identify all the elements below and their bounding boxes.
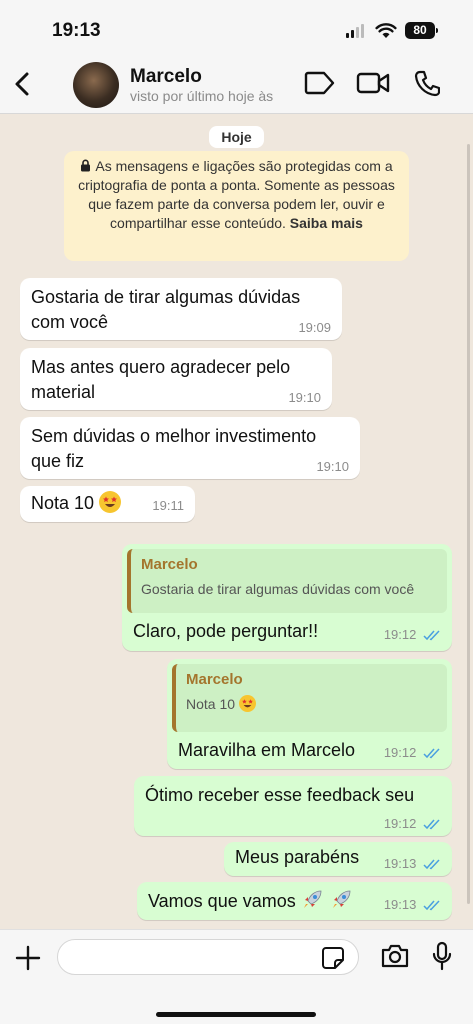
quoted-text-content: Nota 10 [186, 696, 236, 712]
rocket-emoji [303, 890, 322, 908]
microphone-icon[interactable] [432, 941, 452, 971]
message-text: Nota 10 [31, 493, 95, 513]
video-camera-icon[interactable] [356, 71, 390, 95]
phone-icon[interactable] [414, 69, 440, 97]
message-composer [0, 929, 473, 1024]
outgoing-message[interactable]: Marcelo Gostaria de tirar algumas dúvida… [122, 544, 452, 651]
incoming-message[interactable]: Sem dúvidas o melhor investimento que fi… [20, 417, 360, 479]
battery-indicator: 80 [405, 22, 438, 39]
message-time: 19:10 [288, 390, 321, 405]
message-text: Vamos que vamos [148, 891, 296, 911]
status-bar: 19:13 80 [0, 0, 473, 56]
learn-more-link[interactable]: Saiba mais [290, 215, 363, 231]
scrollbar[interactable] [467, 144, 470, 904]
message-time-text: 19:12 [383, 816, 417, 831]
chevron-left-icon[interactable] [8, 66, 38, 102]
camera-icon[interactable] [380, 943, 410, 969]
avatar[interactable] [73, 62, 119, 108]
double-check-icon [423, 630, 440, 641]
sticker-icon[interactable] [304, 70, 336, 96]
message-time-text: 19:13 [383, 856, 417, 871]
star-struck-emoji [99, 491, 122, 513]
outgoing-message[interactable]: Meus parabéns 19:13 [224, 842, 452, 876]
wifi-icon [375, 23, 397, 38]
message-text: Mas antes quero agradecer pelo material [31, 357, 291, 402]
message-time: 19:13 [384, 857, 441, 871]
rocket-emoji [332, 890, 351, 908]
message-time: 19:10 [316, 459, 349, 474]
message-time-text: 19:12 [383, 745, 417, 760]
message-time-text: 19:12 [383, 627, 417, 642]
lock-icon [81, 159, 91, 172]
outgoing-message[interactable]: Vamos que vamos 19:13 [137, 882, 452, 920]
message-text: Ótimo receber esse feedback seu [145, 785, 415, 805]
message-time: 19:09 [298, 320, 331, 335]
message-time: 19:13 [384, 898, 441, 912]
sticker-icon[interactable] [321, 946, 345, 970]
status-time: 19:13 [52, 20, 101, 41]
home-indicator [156, 1012, 316, 1017]
double-check-icon [423, 748, 440, 759]
message-time: 19:11 [152, 498, 184, 513]
message-time-text: 19:13 [383, 897, 417, 912]
message-text: Meus parabéns [235, 847, 360, 867]
chat-header: Marcelo visto por último hoje às [0, 56, 473, 114]
quoted-message[interactable]: Marcelo Gostaria de tirar algumas dúvida… [127, 549, 447, 613]
double-check-icon [423, 859, 440, 870]
message-list[interactable]: Hoje As mensagens e ligações são protegi… [0, 114, 473, 929]
incoming-message[interactable]: Gostaria de tirar algumas dúvidas com vo… [20, 278, 342, 340]
double-check-icon [423, 900, 440, 911]
quoted-message[interactable]: Marcelo Nota 10 [172, 664, 447, 732]
plus-icon[interactable] [14, 944, 42, 972]
outgoing-message[interactable]: Marcelo Nota 10 Maravilha em Marcelo 19:… [167, 659, 452, 769]
outgoing-message[interactable]: Ótimo receber esse feedback seu 19:12 [134, 776, 452, 836]
message-time: 19:12 [384, 817, 441, 831]
cellular-signal-icon [346, 24, 364, 38]
star-struck-emoji [238, 695, 256, 712]
quoted-author: Marcelo [141, 556, 198, 573]
message-text: Gostaria de tirar algumas dúvidas com vo… [31, 287, 301, 332]
quoted-text: Nota 10 [186, 694, 437, 714]
message-text: Sem dúvidas o melhor investimento que fi… [31, 426, 317, 471]
contact-last-seen: visto por último hoje às [130, 88, 274, 104]
quoted-author: Marcelo [186, 671, 243, 688]
message-time: 19:12 [384, 746, 441, 760]
incoming-message[interactable]: Mas antes quero agradecer pelo material … [20, 348, 332, 410]
message-time: 19:12 [384, 628, 441, 642]
double-check-icon [423, 819, 440, 830]
contact-name[interactable]: Marcelo [130, 66, 202, 88]
encryption-notice[interactable]: As mensagens e ligações são protegidas c… [64, 151, 409, 261]
quoted-text: Gostaria de tirar algumas dúvidas com vo… [141, 581, 415, 597]
message-input[interactable] [57, 939, 359, 975]
date-separator: Hoje [209, 126, 264, 148]
incoming-message[interactable]: Nota 10 19:11 [20, 486, 195, 522]
